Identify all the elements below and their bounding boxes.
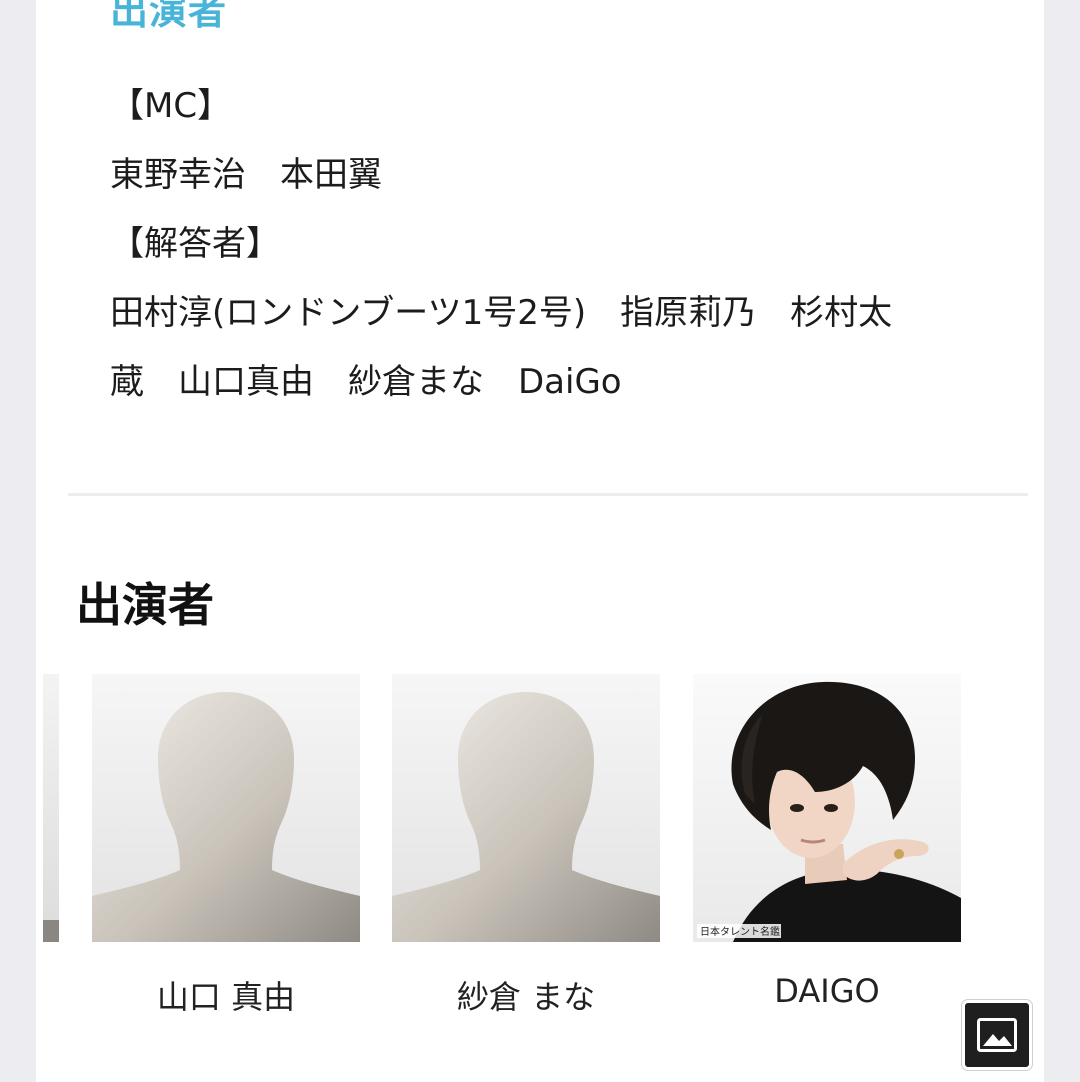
silhouette-icon (92, 692, 360, 942)
performer-photo: 日本タレント名鑑 (693, 674, 961, 942)
cast-list-text: 【MC】 東野幸治 本田翼 【解答者】 田村淳(ロンドンブーツ1号2号) 指原莉… (110, 72, 980, 417)
performer-photo-placeholder (92, 674, 360, 942)
performer-name: 紗倉 まな (456, 978, 596, 1016)
silhouette-icon (392, 692, 660, 942)
performer-name: 山口 真由 (156, 978, 296, 1016)
image-icon (977, 1018, 1017, 1052)
cast-line-panel-label: 【解答者】 (110, 224, 280, 264)
section-divider (68, 493, 1028, 496)
photo-credit: 日本タレント名鑑 (700, 925, 780, 938)
performer-photo-placeholder (392, 674, 660, 942)
performers-carousel[interactable]: 山口 真由 紗倉 まな 日本タレント名鑑 DAIGO (43, 674, 993, 1034)
performer-card[interactable]: 紗倉 まな (392, 674, 660, 1018)
performers-section-heading: 出演者 (76, 578, 214, 632)
performer-card-partial[interactable] (43, 674, 59, 942)
performer-name: DAIGO (774, 972, 880, 1010)
performer-card[interactable]: 日本タレント名鑑 DAIGO (693, 674, 961, 1010)
cast-section-heading: 出演者 (110, 0, 228, 33)
cast-line-panel-names-1: 田村淳(ロンドンブーツ1号2号) 指原莉乃 杉村太 (110, 293, 893, 333)
performer-card[interactable]: 山口 真由 (92, 674, 360, 1018)
portrait-image: 日本タレント名鑑 (697, 681, 961, 942)
image-floating-button[interactable] (962, 1000, 1032, 1070)
cast-line-mc-label: 【MC】 (110, 86, 232, 126)
cast-line-mc-names: 東野幸治 本田翼 (110, 155, 382, 195)
cast-line-panel-names-2: 蔵 山口真由 紗倉まな DaiGo (110, 362, 622, 402)
